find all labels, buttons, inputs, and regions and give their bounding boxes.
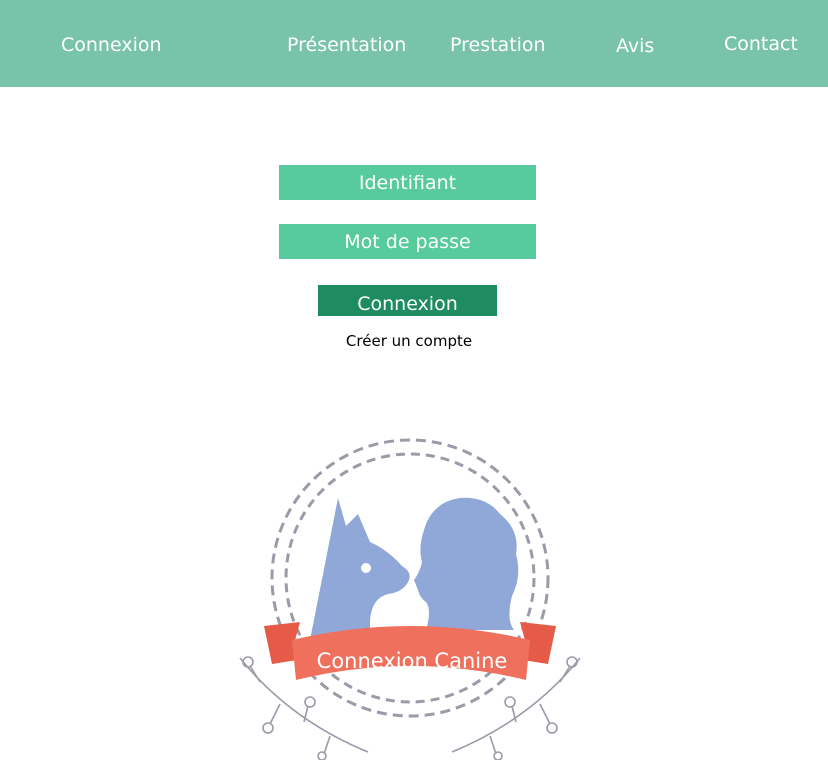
password-field[interactable] [279,224,536,259]
logo-banner-text: Connexion Canine [317,649,508,673]
dog-silhouette [310,498,410,644]
top-navbar: Connexion Présentation Prestation Avis C… [0,0,828,87]
username-field[interactable] [279,165,536,200]
create-account-link[interactable]: Créer un compte [0,332,818,350]
login-button[interactable]: Connexion [318,285,497,316]
nav-item-contact[interactable]: Contact [724,33,798,55]
nav-item-presentation[interactable]: Présentation [287,34,406,56]
ribbon-banner: Connexion Canine [264,622,556,680]
nav-item-prestation[interactable]: Prestation [450,34,546,56]
connexion-canine-logo: Connexion Canine [239,438,581,760]
nav-item-connexion[interactable]: Connexion [61,34,162,56]
woman-silhouette [414,497,519,630]
nav-item-avis[interactable]: Avis [616,35,654,57]
